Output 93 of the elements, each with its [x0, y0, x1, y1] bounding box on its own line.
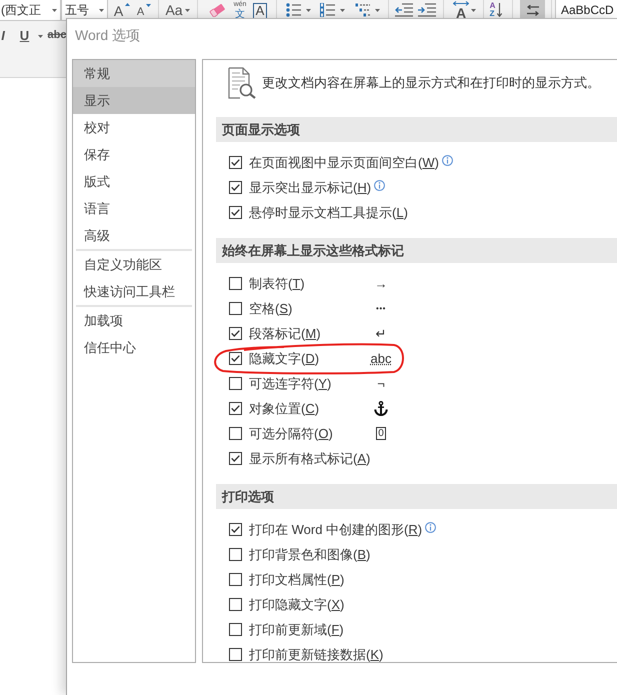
- checkbox-label[interactable]: 打印在 Word 中创建的图形(R): [249, 520, 422, 538]
- checkbox-label[interactable]: 空格(S): [249, 300, 372, 318]
- caret-icon: [340, 8, 345, 12]
- arrows-icon: [526, 4, 540, 16]
- sidebar-item[interactable]: 语言: [73, 195, 195, 222]
- sidebar-item[interactable]: 自定义功能区: [73, 251, 195, 278]
- sidebar-item[interactable]: 校对: [73, 114, 195, 141]
- checkmark-icon: [231, 355, 240, 362]
- sidebar-item[interactable]: 常规: [73, 60, 195, 87]
- checkbox[interactable]: [229, 377, 242, 390]
- caret-icon: [52, 8, 57, 12]
- increase-indent-icon: [418, 3, 436, 17]
- checkmark-icon: [231, 405, 240, 412]
- checkbox-label[interactable]: 打印隐藏文字(X): [249, 596, 344, 614]
- bullet-list-icon: [286, 3, 301, 17]
- checkbox[interactable]: [229, 181, 242, 194]
- checkbox-label[interactable]: 段落标记(M): [249, 324, 372, 342]
- caret-icon: [38, 34, 43, 38]
- checkbox-label[interactable]: 显示突出显示标记(H): [249, 178, 372, 196]
- caret-icon: [184, 8, 190, 12]
- down-arrow-icon: [497, 3, 502, 17]
- checkbox[interactable]: [229, 302, 242, 315]
- checkbox[interactable]: [229, 523, 242, 536]
- checkbox[interactable]: [229, 623, 242, 636]
- asian-layout-button[interactable]: A: [451, 0, 478, 21]
- format-mark: ¬: [377, 376, 385, 390]
- grow-font-button[interactable]: A: [113, 0, 131, 21]
- underline-button[interactable]: U: [19, 25, 30, 45]
- shrink-font-button[interactable]: A: [136, 0, 152, 21]
- format-mark: →: [374, 276, 388, 290]
- checkmark-icon: [231, 159, 240, 166]
- checkbox[interactable]: [229, 548, 242, 561]
- checkbox[interactable]: [229, 327, 242, 340]
- checkbox-label[interactable]: 在页面视图中显示页面间空白(W): [249, 154, 439, 172]
- checkmark-icon: [231, 184, 240, 191]
- checkbox-label[interactable]: 显示所有格式标记(A): [249, 450, 372, 468]
- intro-text: 更改文档内容在屏幕上的显示方式和在打印时的显示方式。: [262, 74, 600, 92]
- checkmark-icon: [231, 455, 240, 462]
- numbered-list-icon: [320, 3, 335, 17]
- caret-icon: [374, 8, 380, 12]
- checkbox-label[interactable]: 可选分隔符(O): [249, 424, 372, 442]
- checkbox[interactable]: [229, 427, 242, 440]
- caret-down-icon: [146, 4, 152, 7]
- caret-up-icon: [125, 3, 130, 6]
- checkbox-label[interactable]: 打印前更新域(F): [249, 620, 344, 638]
- checkbox[interactable]: [229, 452, 242, 465]
- checkbox-label[interactable]: 悬停时显示文档工具提示(L): [249, 204, 408, 222]
- checkbox-label[interactable]: 打印前更新链接数据(K): [249, 646, 384, 662]
- anchor-icon: [374, 401, 388, 416]
- checkbox[interactable]: [229, 156, 242, 169]
- sidebar-item[interactable]: 加载项: [73, 307, 195, 334]
- checkmark-icon: [231, 526, 240, 533]
- checkbox[interactable]: [229, 206, 242, 219]
- format-mark: •••: [376, 302, 386, 314]
- sidebar-item[interactable]: 信任中心: [73, 334, 195, 361]
- checkbox[interactable]: [229, 402, 242, 415]
- checkbox-label[interactable]: 隐藏文字(D): [249, 350, 372, 368]
- change-case-button[interactable]: Aa: [164, 0, 191, 21]
- document-magnifier-icon: [228, 67, 256, 99]
- sort-button[interactable]: A Z: [488, 0, 504, 21]
- sidebar-item[interactable]: 快速访问工具栏: [73, 278, 195, 305]
- caret-icon: [99, 8, 104, 12]
- checkmark-icon: [231, 330, 240, 337]
- checkbox[interactable]: [229, 648, 242, 661]
- strikethrough-button[interactable]: abc: [48, 25, 66, 45]
- section-header: 打印选项: [216, 484, 617, 509]
- checkbox-label[interactable]: 打印文档属性(P): [249, 570, 344, 588]
- multilevel-list-icon: [354, 3, 370, 17]
- checkbox[interactable]: [229, 573, 242, 586]
- decrease-indent-icon: [395, 3, 413, 17]
- checkbox[interactable]: [229, 598, 242, 611]
- checkbox-label[interactable]: 打印背景色和图像(B): [249, 546, 370, 564]
- checkbox[interactable]: [229, 352, 242, 365]
- sidebar-item[interactable]: 高级: [73, 222, 195, 249]
- sidebar-item[interactable]: 保存: [73, 141, 195, 168]
- double-arrow-icon: [453, 0, 469, 6]
- sidebar-item[interactable]: 显示: [73, 87, 195, 114]
- dialog-title: Word 选项: [74, 26, 140, 45]
- checkbox-label[interactable]: 可选连字符(Y): [249, 374, 372, 392]
- caret-icon: [306, 8, 311, 12]
- sidebar-item[interactable]: 版式: [73, 168, 195, 195]
- format-mark: abc: [370, 352, 392, 366]
- italic-button[interactable]: I: [0, 25, 7, 45]
- checkbox[interactable]: [229, 277, 242, 290]
- section-header: 始终在屏幕上显示这些格式标记: [216, 238, 617, 263]
- font-name-dropdown[interactable]: (西文正: [0, 0, 61, 21]
- format-mark: ↵: [376, 326, 386, 340]
- caret-icon: [471, 8, 476, 12]
- checkbox-label[interactable]: 制表符(T): [249, 274, 372, 292]
- section-header: 页面显示选项: [216, 117, 617, 142]
- checkmark-icon: [231, 209, 240, 216]
- format-mark: 0: [376, 427, 386, 440]
- checkbox-label[interactable]: 对象位置(C): [249, 400, 372, 418]
